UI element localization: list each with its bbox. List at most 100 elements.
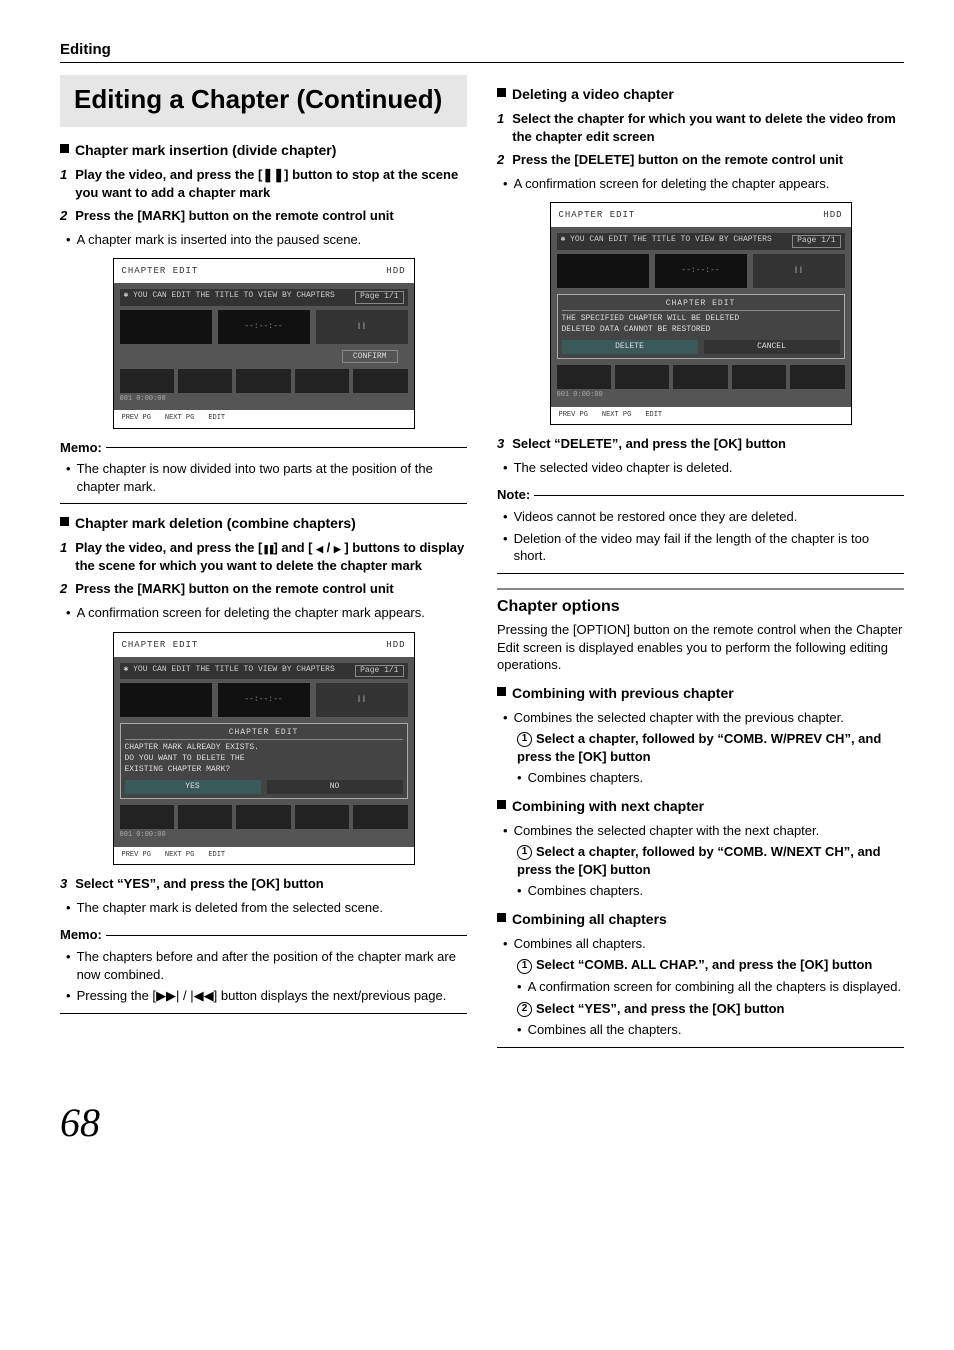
figure-chapter-edit-confirm: CHAPTER EDIT HDD ✱ YOU CAN EDIT THE TITL… — [113, 258, 415, 429]
foot-next: NEXT PG — [165, 851, 194, 860]
bullet-dot-icon: • — [517, 978, 522, 996]
result-text: Combines chapters. — [528, 882, 644, 900]
square-bullet-icon — [60, 517, 69, 526]
fig-time-slot: --:--:-- — [218, 310, 310, 344]
result-text: Combines chapters. — [528, 769, 644, 787]
step-number: 1 — [60, 539, 67, 574]
left-arrow-icon — [316, 540, 323, 555]
square-bullet-icon — [497, 88, 506, 97]
t: / — [323, 540, 334, 555]
sub-step-text: Select “COMB. ALL CHAP.”, and press the … — [536, 957, 872, 972]
content-columns: Editing a Chapter (Continued) Chapter ma… — [60, 75, 904, 1055]
fig-title: CHAPTER EDIT — [559, 209, 636, 221]
foot-edit: EDIT — [208, 414, 225, 423]
step-1: 1 Play the video, and press the [] and [… — [60, 539, 467, 574]
dialog-msg: THE SPECIFIED CHAPTER WILL BE DELETED DE… — [562, 314, 840, 336]
result-bullet: • A confirmation screen for combining al… — [517, 978, 904, 996]
heading-text: Deleting a video chapter — [512, 85, 674, 104]
bullet: • A chapter mark is inserted into the pa… — [66, 231, 467, 249]
dialog-title: CHAPTER EDIT — [125, 728, 403, 740]
step-number: 2 — [60, 580, 67, 598]
chapter-options-intro: Pressing the [OPTION] button on the remo… — [497, 621, 904, 674]
bullet-dot-icon: • — [503, 459, 508, 477]
circled-number-icon: 1 — [517, 845, 532, 860]
bullet-dot-icon: • — [503, 709, 508, 727]
no-button: NO — [267, 780, 403, 795]
bullet-text: Combines the selected chapter with the n… — [514, 822, 820, 840]
fig-page: Page 1/1 — [355, 291, 403, 304]
step-3: 3 Select “DELETE”, and press the [OK] bu… — [497, 435, 904, 453]
cancel-button: CANCEL — [704, 340, 840, 355]
step-1: 1 Play the video, and press the [❚❚] but… — [60, 166, 467, 201]
circled-number-icon: 1 — [517, 732, 532, 747]
step-text: Play the video, and press the [] and [ /… — [75, 539, 467, 574]
bullet: • A confirmation screen for deleting the… — [66, 604, 467, 622]
combine-all-heading: Combining all chapters — [497, 910, 904, 929]
fig-timecode: 001 0:00:00 — [120, 395, 408, 404]
memo-label: Memo: — [60, 926, 467, 944]
right-column: Deleting a video chapter 1 Select the ch… — [497, 75, 904, 1055]
bullet-text: A confirmation screen for deleting the c… — [514, 175, 830, 193]
result-bullet: • Combines chapters. — [517, 769, 904, 787]
page-header: Editing — [60, 40, 904, 63]
step-number: 2 — [497, 151, 504, 169]
chapter-options-heading: Chapter options — [497, 596, 904, 618]
note-text: Note: — [497, 486, 530, 504]
result-bullet: • Combines all the chapters. — [517, 1021, 904, 1039]
step-text: Press the [MARK] button on the remote co… — [75, 207, 394, 225]
figure-chapter-edit-delete-video: CHAPTER EDIT HDD ✱ YOU CAN EDIT THE TITL… — [550, 202, 852, 425]
result-bullet: • Combines chapters. — [517, 882, 904, 900]
square-bullet-icon — [497, 913, 506, 922]
bullet-dot-icon: • — [66, 460, 71, 495]
bullet-text: Combines all chapters. — [514, 935, 646, 953]
dialog-msg: CHAPTER MARK ALREADY EXISTS. DO YOU WANT… — [125, 743, 403, 775]
memo-text: Memo: — [60, 926, 102, 944]
bullet-text: Combines the selected chapter with the p… — [514, 709, 844, 727]
foot-prev: PREV PG — [122, 851, 151, 860]
bullet-dot-icon: • — [503, 175, 508, 193]
step-text: Play the video, and press the [❚❚] butto… — [75, 166, 467, 201]
section-a-heading: Chapter mark insertion (divide chapter) — [60, 141, 467, 160]
note-content: Videos cannot be restored once they are … — [514, 508, 798, 526]
result-text: Combines all the chapters. — [528, 1021, 682, 1039]
step-2: 2 Press the [MARK] button on the remote … — [60, 580, 467, 598]
combine-next-heading: Combining with next chapter — [497, 797, 904, 816]
step-text: Select the chapter for which you want to… — [512, 110, 904, 145]
bullet-text: A confirmation screen for deleting the c… — [77, 604, 425, 622]
square-bullet-icon — [497, 800, 506, 809]
step-2: 2 Press the [DELETE] button on the remot… — [497, 151, 904, 169]
fig-timecode: 001 0:00:00 — [120, 831, 408, 840]
bullet-text: A chapter mark is inserted into the paus… — [77, 231, 362, 249]
note-content: Deletion of the video may fail if the le… — [514, 530, 904, 565]
heading-text: Chapter mark insertion (divide chapter) — [75, 141, 336, 160]
fig-page: Page 1/1 — [355, 665, 403, 678]
memo-text: Memo: — [60, 439, 102, 457]
square-bullet-icon — [497, 687, 506, 696]
right-arrow-icon — [334, 540, 341, 555]
delete-button: DELETE — [562, 340, 698, 355]
foot-prev: PREV PG — [559, 411, 588, 420]
note-bullet: • Deletion of the video may fail if the … — [503, 530, 904, 565]
fig-hdd-icon: HDD — [823, 209, 842, 221]
foot-next: NEXT PG — [165, 414, 194, 423]
step-text: Select “DELETE”, and press the [OK] butt… — [512, 435, 786, 453]
t: Play the video, and press the [ — [75, 540, 262, 555]
fig-title: CHAPTER EDIT — [122, 639, 199, 651]
yes-button: YES — [125, 780, 261, 795]
fig-hdd-icon: HDD — [386, 265, 405, 277]
fig-timecode: 001 0:00:00 — [557, 391, 845, 400]
memo-bullet: • The chapter is now divided into two pa… — [66, 460, 467, 495]
heading-text: Combining all chapters — [512, 910, 667, 929]
bullet-dot-icon: • — [517, 882, 522, 900]
step-number: 1 — [497, 110, 504, 145]
circled-number-icon: 1 — [517, 959, 532, 974]
memo-bullet: • Pressing the [▶▶| / |◀◀] button displa… — [66, 987, 467, 1005]
step-number: 1 — [60, 166, 67, 201]
sub-step: 1Select a chapter, followed by “COMB. W/… — [517, 730, 904, 765]
combine-prev-heading: Combining with previous chapter — [497, 684, 904, 703]
step-number: 3 — [497, 435, 504, 453]
foot-edit: EDIT — [645, 411, 662, 420]
bullet-dot-icon: • — [503, 935, 508, 953]
figure-chapter-edit-delete-mark: CHAPTER EDIT HDD ✱ YOU CAN EDIT THE TITL… — [113, 632, 415, 866]
foot-prev: PREV PG — [122, 414, 151, 423]
